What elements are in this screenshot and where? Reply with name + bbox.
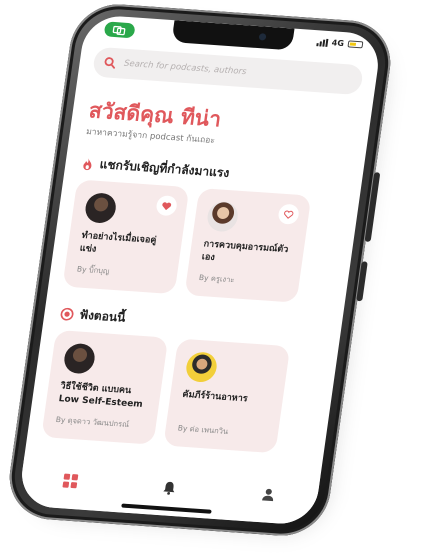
- card-title: ทำอย่างไรเมื่อเจอคู่แข่ง: [79, 230, 157, 255]
- camera-icon: [258, 33, 267, 41]
- screen-share-icon: [112, 25, 126, 35]
- card-title: คัมภีร์ร้านอาหาร: [181, 389, 249, 405]
- section-title: แชกรับเชิญที่กำลังมาแรง: [98, 157, 231, 180]
- network-label: 4G: [331, 38, 345, 49]
- record-icon: [60, 307, 74, 321]
- card-title: การควบคุมอารมณ์ตัวเอง: [201, 239, 289, 263]
- search-input[interactable]: Search for podcasts, authors: [123, 59, 247, 77]
- card-author: By ครูเงาะ: [198, 272, 236, 285]
- bell-icon: [163, 481, 175, 495]
- heart-icon[interactable]: [155, 195, 179, 217]
- home-indicator: [121, 503, 212, 514]
- avatar: [184, 351, 219, 384]
- trending-card-list: ทำอย่างไรเมื่อเจอคู่แข่ง By บิ๊กบุญ การค…: [62, 179, 312, 303]
- section-header-trending: แชกรับเชิญที่กำลังมาแรง: [80, 154, 230, 183]
- listen-card-list: วิธีใช้ชีวิต แบบคน Low Self-Esteem By ดุ…: [41, 329, 291, 454]
- card-author: By ดุจดาว วัฒนปกรณ์: [55, 414, 130, 429]
- battery-icon: [347, 40, 364, 49]
- tab-notifications[interactable]: [148, 479, 190, 498]
- podcast-card[interactable]: การควบคุมอารมณ์ตัวเอง By ครูเงาะ: [184, 187, 312, 303]
- flame-icon: [83, 157, 92, 170]
- status-indicators: 4G: [316, 37, 364, 49]
- section-header-listen-now: ฟังตอนนี้: [59, 304, 126, 327]
- heart-outline-icon[interactable]: [277, 203, 301, 225]
- avatar: [83, 192, 118, 224]
- tab-home[interactable]: [50, 472, 92, 491]
- tab-profile[interactable]: [247, 485, 289, 504]
- signal-icon: [316, 38, 329, 47]
- card-title: วิธีใช้ชีวิต แบบคน Low Self-Esteem: [57, 381, 144, 410]
- avatar: [62, 342, 97, 375]
- section-title: ฟังตอนนี้: [78, 307, 127, 325]
- call-indicator-pill[interactable]: [103, 21, 136, 39]
- podcast-card[interactable]: คัมภีร์ร้านอาหาร By ต่อ เพนกวิน: [163, 338, 291, 454]
- home-grid-icon: [62, 473, 79, 489]
- phone-device: 4G Search for podcasts, authors สวัสดีคุ…: [3, 1, 397, 539]
- profile-icon: [261, 488, 273, 502]
- podcast-card[interactable]: วิธีใช้ชีวิต แบบคน Low Self-Esteem By ดุ…: [41, 329, 169, 445]
- search-icon: [104, 57, 116, 69]
- card-author: By บิ๊กบุญ: [76, 264, 111, 276]
- card-author: By ต่อ เพนกวิน: [177, 423, 229, 436]
- podcast-card[interactable]: ทำอย่างไรเมื่อเจอคู่แข่ง By บิ๊กบุญ: [62, 179, 190, 295]
- avatar: [205, 200, 240, 233]
- phone-mockup-stage: 4G Search for podcasts, authors สวัสดีคุ…: [0, 0, 448, 556]
